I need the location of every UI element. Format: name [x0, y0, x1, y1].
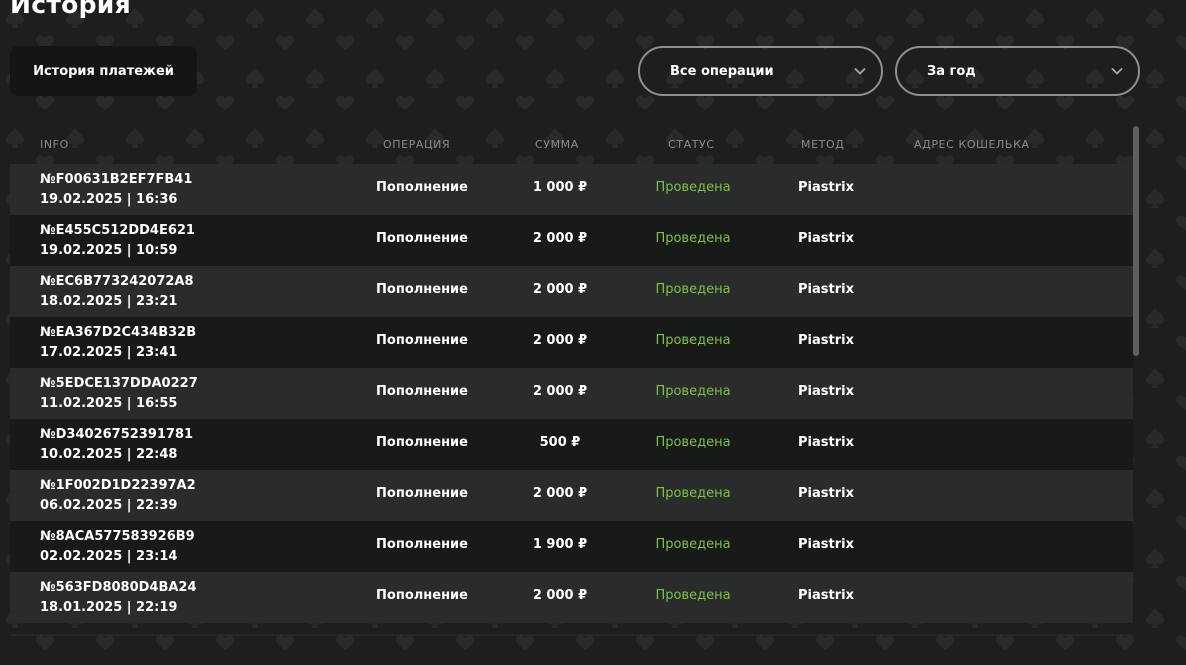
transaction-id: №563FD8080D4BA24 [40, 580, 197, 595]
column-header-info: INFO [40, 138, 69, 151]
payment-method: Piastrix [798, 435, 854, 450]
table-row[interactable]: №5EDCE137DDA0227 11.02.2025 | 16:55 Пополн… [10, 368, 1133, 419]
transaction-date: 18.01.2025 | 22:19 [40, 600, 178, 615]
column-header-status: СТАТУС [668, 138, 715, 151]
operation-type: Пополнение [376, 435, 468, 450]
period-filter-value: За год [927, 63, 976, 79]
transaction-id: №E455C512DD4E621 [40, 223, 195, 238]
amount: 2 000 ₽ [532, 282, 588, 297]
table-scrollbar[interactable] [1133, 126, 1139, 356]
transaction-info: №5EDCE137DDA0227 11.02.2025 | 16:55 [40, 374, 198, 414]
status-badge: Проведена [655, 333, 731, 348]
table-row[interactable]: №E455C512DD4E621 19.02.2025 | 10:59 Пополн… [10, 215, 1133, 266]
table-row[interactable]: №563FD8080D4BA24 18.01.2025 | 22:19 Пополн… [10, 572, 1133, 623]
amount: 2 000 ₽ [532, 588, 588, 603]
transaction-date: 19.02.2025 | 16:36 [40, 192, 178, 207]
transaction-info: №D34026752391781 10.02.2025 | 22:48 [40, 425, 193, 465]
table-row[interactable]: №8ACA577583926B9 02.02.2025 | 23:14 Пополн… [10, 521, 1133, 572]
transaction-date: 17.02.2025 | 23:41 [40, 345, 178, 360]
transaction-id: №EC6B773242072A8 [40, 274, 194, 289]
column-header-operation: ОПЕРАЦИЯ [383, 138, 451, 151]
chevron-down-icon [1111, 67, 1123, 75]
column-header-method: МЕТОД [801, 138, 845, 151]
status-badge: Проведена [655, 588, 731, 603]
payment-method: Piastrix [798, 588, 854, 603]
payment-method: Piastrix [798, 282, 854, 297]
operation-type: Пополнение [376, 333, 468, 348]
amount: 2 000 ₽ [532, 333, 588, 348]
operations-filter-select[interactable]: Все операции [638, 46, 883, 96]
transaction-date: 19.02.2025 | 10:59 [40, 243, 178, 258]
transaction-info: №F00631B2EF7FB41 19.02.2025 | 16:36 [40, 170, 192, 210]
operation-type: Пополнение [376, 588, 468, 603]
transaction-id: №F00631B2EF7FB41 [40, 172, 193, 187]
table-row[interactable]: №EC6B773242072A8 18.02.2025 | 23:21 Пополн… [10, 266, 1133, 317]
divider [10, 634, 1133, 636]
status-badge: Проведена [655, 180, 731, 195]
operation-type: Пополнение [376, 282, 468, 297]
amount: 1 900 ₽ [532, 537, 588, 552]
amount: 500 ₽ [539, 435, 581, 450]
transaction-date: 18.02.2025 | 23:21 [40, 294, 178, 309]
operations-filter-value: Все операции [670, 63, 774, 79]
operation-type: Пополнение [376, 486, 468, 501]
amount: 1 000 ₽ [532, 180, 588, 195]
payment-method: Piastrix [798, 384, 854, 399]
operation-type: Пополнение [376, 231, 468, 246]
status-badge: Проведена [655, 537, 731, 552]
amount: 2 000 ₽ [532, 486, 588, 501]
table-row[interactable]: №1F002D1D22397A2 06.02.2025 | 22:39 Пополн… [10, 470, 1133, 521]
operation-type: Пополнение [376, 384, 468, 399]
transaction-id: №D34026752391781 [40, 427, 194, 442]
period-filter-select[interactable]: За год [895, 46, 1140, 96]
payment-method: Piastrix [798, 180, 854, 195]
transaction-info: №8ACA577583926B9 02.02.2025 | 23:14 [40, 527, 195, 567]
chevron-down-icon [854, 67, 866, 75]
column-header-amount: СУММА [535, 138, 579, 151]
payment-method: Piastrix [798, 231, 854, 246]
table-row[interactable]: №EA367D2C434B32B 17.02.2025 | 23:41 Пополн… [10, 317, 1133, 368]
payment-method: Piastrix [798, 333, 854, 348]
transaction-info: №EC6B773242072A8 18.02.2025 | 23:21 [40, 272, 194, 312]
transaction-date: 10.02.2025 | 22:48 [40, 447, 178, 462]
table-row[interactable]: №F00631B2EF7FB41 19.02.2025 | 16:36 Пополн… [10, 164, 1133, 215]
status-badge: Проведена [655, 231, 731, 246]
transaction-id: №EA367D2C434B32B [40, 325, 197, 340]
payment-method: Piastrix [798, 486, 854, 501]
transaction-id: №1F002D1D22397A2 [40, 478, 196, 493]
transaction-info: №1F002D1D22397A2 06.02.2025 | 22:39 [40, 476, 196, 516]
transaction-info: №EA367D2C434B32B 17.02.2025 | 23:41 [40, 323, 196, 363]
table-header: INFO ОПЕРАЦИЯ СУММА СТАТУС МЕТОД АДРЕС К… [10, 126, 1133, 164]
transaction-date: 11.02.2025 | 16:55 [40, 396, 178, 411]
status-badge: Проведена [655, 282, 731, 297]
transaction-info: №563FD8080D4BA24 18.01.2025 | 22:19 [40, 578, 197, 618]
amount: 2 000 ₽ [532, 384, 588, 399]
status-badge: Проведена [655, 435, 731, 450]
status-badge: Проведена [655, 486, 731, 501]
transaction-date: 06.02.2025 | 22:39 [40, 498, 178, 513]
transaction-info: №E455C512DD4E621 19.02.2025 | 10:59 [40, 221, 195, 261]
status-badge: Проведена [655, 384, 731, 399]
transaction-date: 02.02.2025 | 23:14 [40, 549, 178, 564]
transaction-id: №5EDCE137DDA0227 [40, 376, 198, 391]
column-header-wallet-address: АДРЕС КОШЕЛЬКА [914, 138, 1030, 151]
operation-type: Пополнение [376, 537, 468, 552]
tab-payment-history[interactable]: История платежей [10, 46, 197, 96]
transaction-id: №8ACA577583926B9 [40, 529, 195, 544]
payment-method: Piastrix [798, 537, 854, 552]
table-body: №F00631B2EF7FB41 19.02.2025 | 16:36 Пополн… [10, 164, 1133, 623]
page-title: История [10, 0, 131, 19]
payment-history-table: INFO ОПЕРАЦИЯ СУММА СТАТУС МЕТОД АДРЕС К… [10, 126, 1133, 634]
table-row[interactable]: №D34026752391781 10.02.2025 | 22:48 Пополн… [10, 419, 1133, 470]
operation-type: Пополнение [376, 180, 468, 195]
amount: 2 000 ₽ [532, 231, 588, 246]
